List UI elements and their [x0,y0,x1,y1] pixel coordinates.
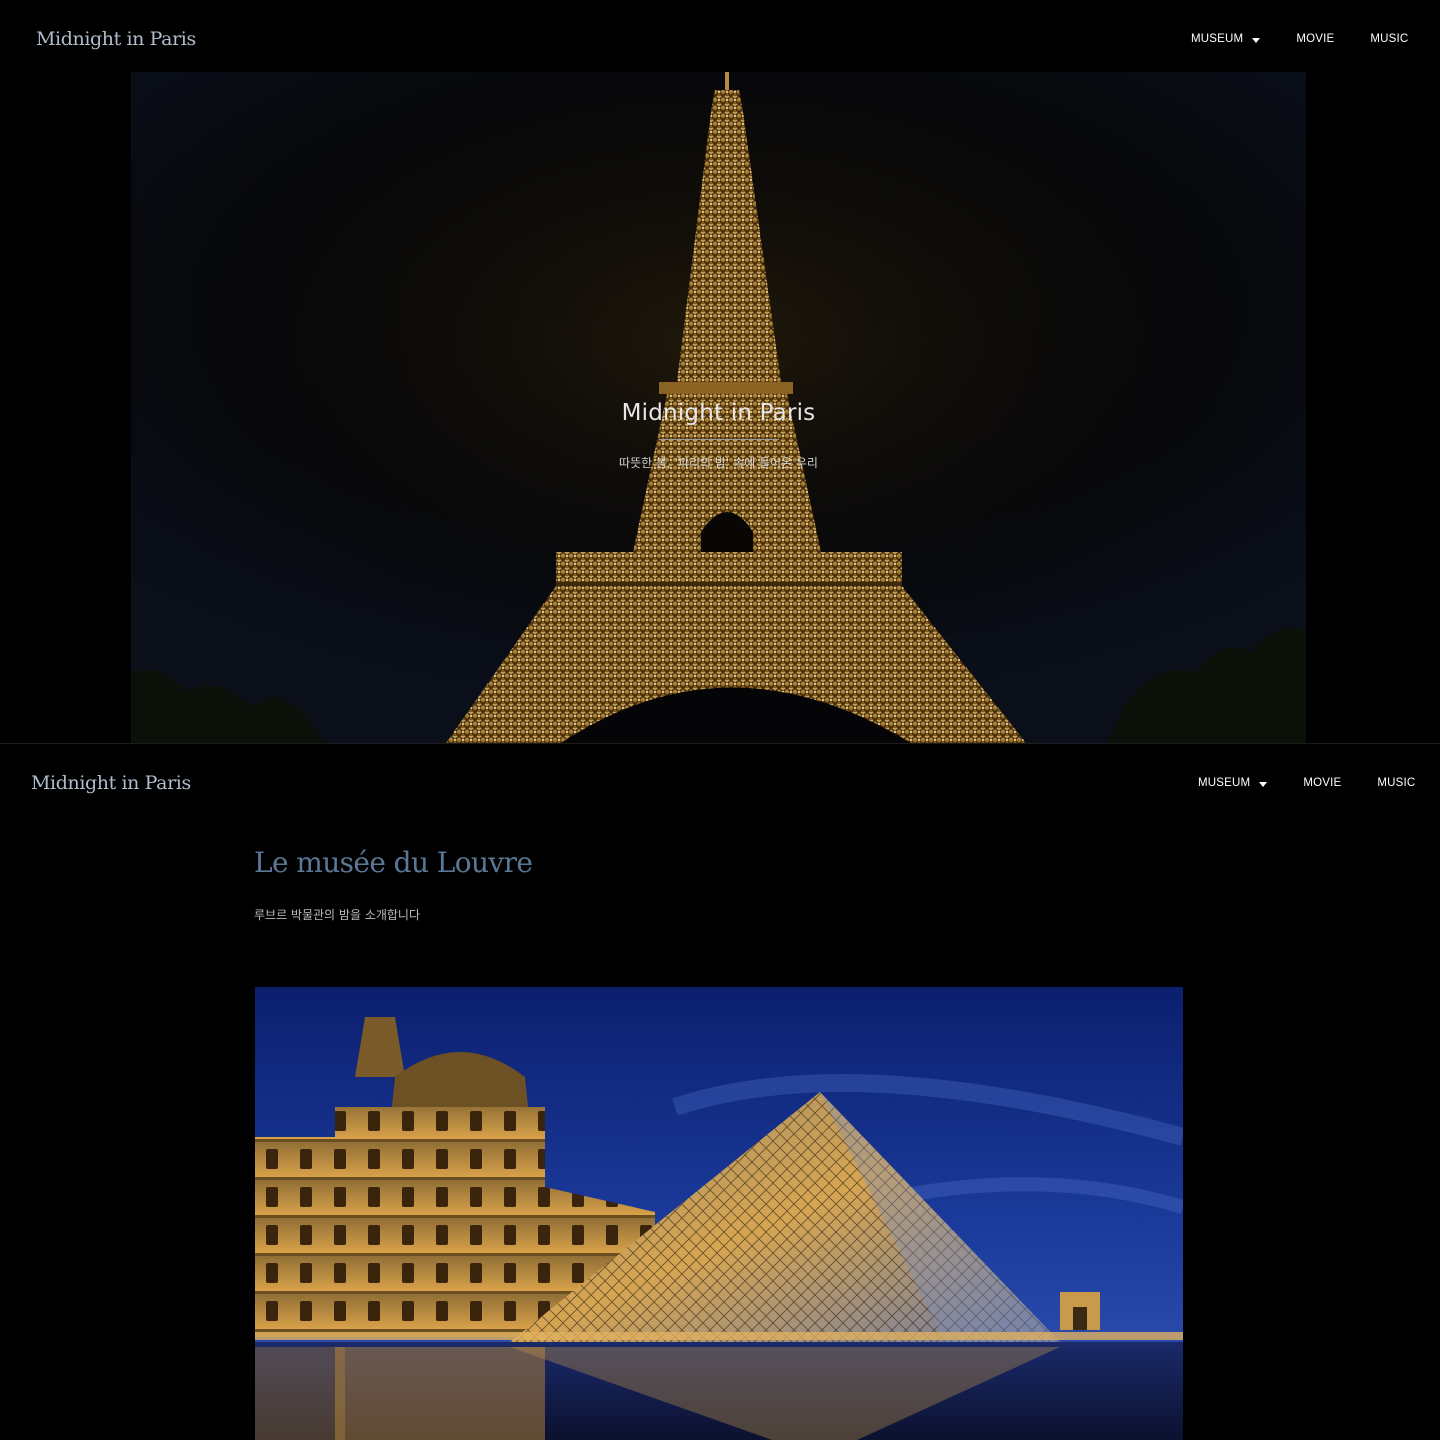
nav-movie-label: MOVIE [1296,33,1335,45]
hero-title: Midnight in Paris [621,400,816,426]
home-screen: Midnight in Paris MUSEUM MOVIE MUSIC Mid… [0,0,1440,743]
section-description: 루브르 박물관의 밤을 소개합니다 [254,908,421,922]
caret-down-icon [1259,782,1268,787]
hero-divider [658,439,779,440]
nav-movie-label: MOVIE [1303,777,1342,789]
museum-navbar: Midnight in Paris MUSEUM MOVIE MUSIC [0,744,1440,816]
nav-movie[interactable]: MOVIE [1303,777,1341,789]
nav-menu: MUSEUM MOVIE MUSIC [1198,777,1415,789]
nav-museum[interactable]: MUSEUM [1191,33,1261,45]
hero-text-block: Midnight in Paris 따뜻한 봄, '파리의 밤' 속에 들어온 … [131,400,1306,471]
louvre-image [255,987,1183,1440]
nav-menu: MUSEUM MOVIE MUSIC [1191,33,1408,45]
section-title: Le musée du Louvre [254,846,533,879]
nav-museum-label: MUSEUM [1191,33,1244,45]
nav-museum-label: MUSEUM [1198,777,1251,789]
brand-logo[interactable]: Midnight in Paris [36,28,196,50]
brand-logo[interactable]: Midnight in Paris [31,772,191,794]
nav-music[interactable]: MUSIC [1370,33,1408,45]
museum-screen: Midnight in Paris MUSEUM MOVIE MUSIC Le … [0,743,1440,1440]
nav-music-label: MUSIC [1370,33,1409,45]
hero-banner: Midnight in Paris 따뜻한 봄, '파리의 밤' 속에 들어온 … [131,72,1306,743]
louvre-pyramid-photo [255,987,1183,1440]
hero-subtitle: 따뜻한 봄, '파리의 밤' 속에 들어온 우리 [619,456,818,470]
nav-movie[interactable]: MOVIE [1296,33,1334,45]
caret-down-icon [1252,38,1261,43]
top-navbar: Midnight in Paris MUSEUM MOVIE MUSIC [0,0,1440,72]
nav-music[interactable]: MUSIC [1377,777,1415,789]
nav-museum[interactable]: MUSEUM [1198,777,1268,789]
nav-music-label: MUSIC [1377,777,1416,789]
